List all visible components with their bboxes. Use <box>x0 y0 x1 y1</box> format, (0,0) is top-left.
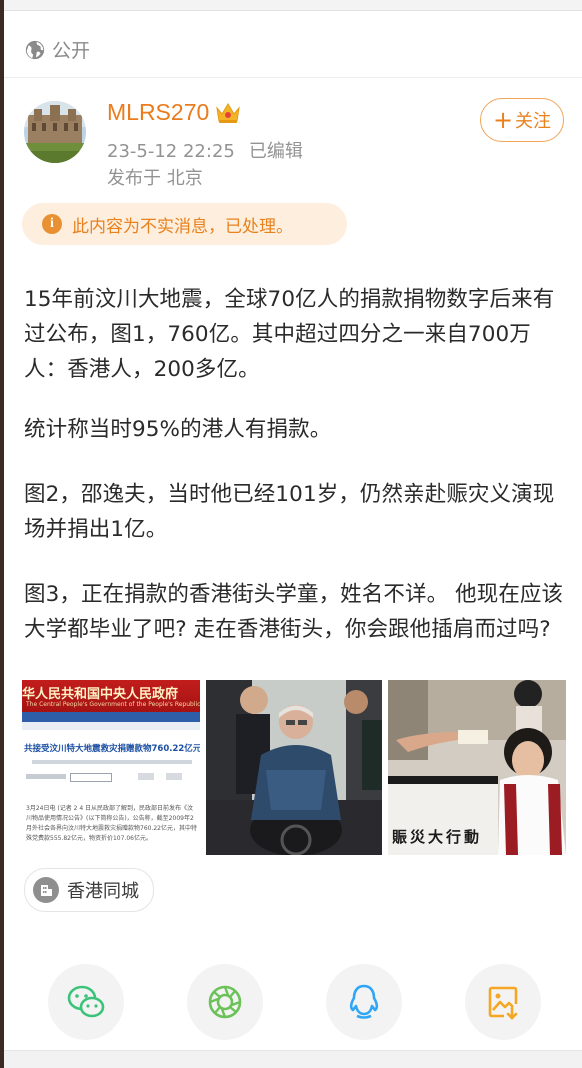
divider <box>4 10 582 11</box>
bottom-bar <box>4 1050 582 1068</box>
gov-banner-subtitle: The Central People's Government of the P… <box>26 701 200 708</box>
author-name[interactable]: MLRS270 <box>107 99 241 126</box>
post-detail-page: 公开 MLRS270 23-5-12 22:25 已编辑 发布于 北京 + 关注… <box>4 0 582 1068</box>
gov-info-line <box>32 760 192 764</box>
plus-icon: + <box>492 106 514 134</box>
photo-3-student-donating[interactable]: 賑災大行動 <box>388 680 566 855</box>
share-qq-button[interactable] <box>326 964 402 1040</box>
post-paragraph: 15年前汶川大地震，全球70亿人的捐款捐物数字后来有过公布，图1，760亿。其中… <box>24 287 555 382</box>
misinformation-notice: i 此内容为不实消息，已处理。 <box>22 203 347 245</box>
post-paragraph: 图2，邵逸夫，当时他已经101岁，仍然亲赴赈灾义演现场并捐出1亿。 <box>24 482 555 542</box>
follow-button[interactable]: + 关注 <box>480 98 564 142</box>
topic-tag-label: 香港同城 <box>67 881 139 902</box>
photo-grid: 华人民共和国中央人民政府 The Central People's Govern… <box>22 680 567 855</box>
visibility-label: 公开 <box>52 40 91 62</box>
moments-icon <box>208 985 242 1019</box>
visibility-row: 公开 <box>24 36 90 63</box>
edited-label: 已编辑 <box>248 141 303 162</box>
post-location: 发布于 北京 <box>107 168 203 189</box>
gov-footer-text: 3月24日电 (记者 2 4 日从民政部了解到，民政部日前发布《汶川物品使用情况… <box>26 805 197 842</box>
donation-box-sign: 賑災大行動 <box>392 828 483 846</box>
wechat-icon <box>67 985 105 1018</box>
post-datetime: 23-5-12 22:25 <box>107 141 235 162</box>
notice-text: 此内容为不实消息，已处理。 <box>72 216 293 237</box>
gov-banner: 华人民共和国中央人民政府 The Central People's Govern… <box>22 680 200 712</box>
globe-icon <box>25 40 45 59</box>
top-strip <box>4 0 582 10</box>
gov-headline: 共接受汶川特大地震救灾捐赠款物760.22亿元 <box>24 744 200 754</box>
post-meta: 23-5-12 22:25 已编辑 <box>107 137 303 163</box>
avatar[interactable] <box>24 101 86 163</box>
gov-banner-title: 华人民共和国中央人民政府 <box>22 687 179 702</box>
photo-1-government-notice[interactable]: 华人民共和国中央人民政府 The Central People's Govern… <box>22 680 200 855</box>
gov-nav-bar <box>22 712 200 722</box>
divider <box>4 77 582 78</box>
post-paragraph: 统计称当时95%的港人有捐款。 <box>24 417 332 442</box>
topic-tag[interactable]: 香港同城 <box>24 868 154 912</box>
info-icon: i <box>42 214 62 234</box>
save-image-button[interactable] <box>465 964 541 1040</box>
crown-icon <box>216 102 241 123</box>
share-moments-button[interactable] <box>187 964 263 1040</box>
post-paragraph: 图3，正在捐款的香港街头学童，姓名不详。 他现在应该大学都毕业了吧? 走在香港街… <box>24 582 564 642</box>
author-name-text: MLRS270 <box>107 99 210 125</box>
qq-icon <box>349 984 379 1019</box>
save-image-icon <box>488 986 518 1020</box>
follow-label: 关注 <box>515 111 552 132</box>
building-icon <box>33 877 59 903</box>
gov-tool-row <box>26 773 196 782</box>
photo-2-elderly-man[interactable] <box>206 680 382 855</box>
gov-subnav <box>22 722 200 730</box>
share-wechat-button[interactable] <box>48 964 124 1040</box>
